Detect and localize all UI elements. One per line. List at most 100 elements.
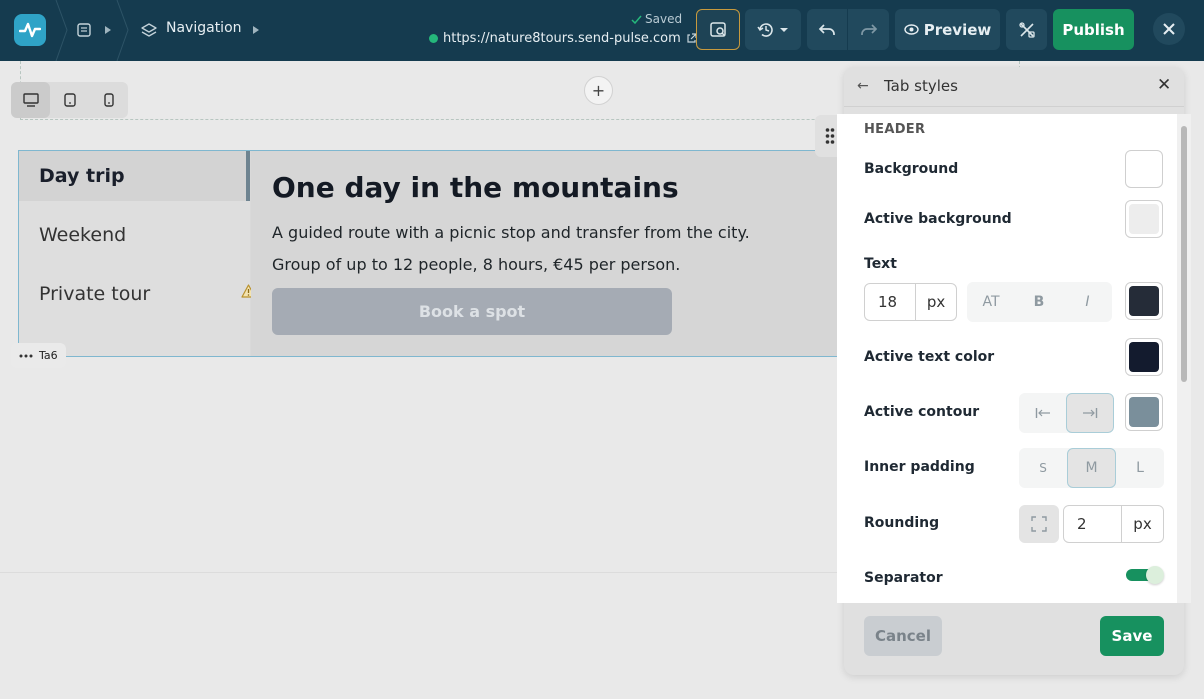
active-background-label: Active background (864, 211, 1012, 227)
desktop-icon (22, 93, 39, 107)
active-background-color-swatch[interactable] (1125, 200, 1163, 238)
background-color-swatch[interactable] (1125, 150, 1163, 188)
save-button[interactable]: Save (1100, 616, 1164, 656)
align-right-bar-icon (1083, 408, 1098, 418)
undo-icon (818, 23, 835, 35)
rounding-corners-toggle[interactable] (1019, 505, 1059, 543)
preview-button[interactable]: Preview (895, 9, 1000, 50)
inner-padding-group: S M L (1019, 448, 1164, 488)
tools-icon (1018, 21, 1035, 38)
cancel-button[interactable]: Cancel (864, 616, 942, 656)
tab-weekend[interactable]: Weekend (19, 210, 250, 260)
redo-button[interactable] (848, 9, 889, 50)
close-icon[interactable]: ✕ (1157, 75, 1171, 95)
tablet-icon (63, 93, 76, 107)
site-url-text[interactable]: https://nature8tours.send-pulse.com (443, 31, 681, 46)
bold-button[interactable]: B (1015, 282, 1063, 322)
site-url[interactable]: https://nature8tours.send-pulse.com (429, 31, 697, 46)
history-button[interactable] (745, 9, 801, 50)
text-size-unit: px (915, 284, 956, 320)
book-button[interactable]: Book a spot (272, 288, 672, 335)
saved-label: Saved (645, 12, 683, 26)
content-text-line: Group of up to 12 people, 8 hours, €45 p… (272, 255, 681, 274)
caret-right-icon[interactable] (103, 23, 113, 37)
separator-chevron-icon (55, 0, 68, 61)
rounding-input[interactable]: 2 px (1063, 505, 1164, 543)
mobile-icon (103, 93, 114, 107)
caret-right-icon[interactable] (251, 23, 261, 37)
rounding-unit: px (1121, 506, 1163, 542)
back-arrow-icon[interactable]: ← (857, 78, 869, 94)
inner-padding-label: Inner padding (864, 459, 975, 475)
panel-header: ← Tab styles ✕ (844, 67, 1184, 107)
tab-private-tour[interactable]: Private tour (19, 269, 250, 319)
align-left-bar-icon (1035, 408, 1050, 418)
separator-toggle[interactable] (1126, 565, 1164, 585)
tab-list: Day trip Weekend Private tour (19, 151, 250, 356)
content-title: One day in the mountains (272, 171, 679, 204)
element-tag[interactable]: Ta6 (11, 343, 66, 368)
section-divider (0, 572, 844, 573)
breadcrumb-navigation[interactable]: Navigation (166, 20, 242, 36)
padding-s-button[interactable]: S (1019, 448, 1067, 488)
italic-button[interactable]: I (1063, 282, 1112, 322)
add-block-button[interactable]: + (584, 76, 613, 105)
panel-scrollbar[interactable] (1177, 114, 1191, 603)
chevron-down-icon (780, 27, 788, 32)
publish-button[interactable]: Publish (1053, 9, 1134, 50)
text-color-swatch[interactable] (1125, 282, 1163, 320)
desktop-view-button[interactable] (11, 82, 50, 118)
padding-m-button[interactable]: M (1067, 448, 1116, 488)
panel-body: HEADER Background Active background Text… (837, 114, 1191, 603)
contour-right-button[interactable] (1066, 393, 1114, 433)
top-bar: Navigation Saved https://nature8tours.se… (0, 0, 1204, 61)
undo-redo-group (807, 9, 889, 50)
active-text-color-swatch[interactable] (1125, 338, 1163, 376)
preview-label: Preview (923, 20, 992, 39)
logo-icon[interactable] (14, 14, 46, 46)
close-icon (1163, 23, 1175, 35)
element-tag-label: Ta6 (39, 349, 58, 362)
eye-icon (904, 24, 919, 35)
more-icon (19, 354, 33, 357)
separator-chevron-icon (116, 0, 129, 61)
rounding-value[interactable]: 2 (1064, 515, 1121, 533)
layers-icon (140, 21, 157, 38)
drag-handle-icon (825, 128, 835, 144)
content-text-line: A guided route with a picnic stop and tr… (272, 223, 750, 242)
map-search-icon (710, 21, 726, 37)
undo-button[interactable] (807, 9, 848, 50)
pages-icon[interactable] (76, 22, 92, 38)
redo-icon (860, 23, 877, 35)
active-contour-label: Active contour (864, 404, 980, 420)
panel-title: Tab styles (884, 77, 958, 95)
section-header: HEADER (864, 122, 926, 137)
active-contour-color-swatch[interactable] (1125, 393, 1163, 431)
contour-side-group (1019, 393, 1114, 433)
uppercase-button[interactable]: AT (967, 282, 1015, 322)
active-text-color-label: Active text color (864, 349, 995, 365)
save-status: Saved (631, 12, 682, 26)
text-style-group: AT B I (967, 282, 1112, 322)
tools-button[interactable] (1006, 9, 1047, 50)
contour-left-button[interactable] (1019, 393, 1066, 433)
rounding-label: Rounding (864, 515, 940, 531)
tab-content: One day in the mountains A guided route … (251, 151, 851, 356)
history-icon (757, 22, 773, 37)
separator-label: Separator (864, 570, 943, 586)
background-label: Background (864, 161, 959, 177)
scrollbar-thumb[interactable] (1181, 126, 1187, 382)
tablet-view-button[interactable] (50, 82, 89, 118)
text-size-input[interactable]: 18 px (864, 283, 957, 321)
mobile-view-button[interactable] (89, 82, 128, 118)
close-editor-button[interactable] (1153, 13, 1185, 45)
padding-l-button[interactable]: L (1116, 448, 1164, 488)
tab-day-trip[interactable]: Day trip (19, 151, 250, 201)
text-label: Text (864, 256, 897, 272)
tabs-block[interactable]: Day trip Weekend Private tour One day in… (18, 150, 851, 357)
site-map-button[interactable] (696, 9, 740, 50)
corners-icon (1031, 516, 1047, 532)
device-switcher (11, 82, 128, 118)
online-status-dot (429, 34, 438, 43)
text-size-value[interactable]: 18 (865, 293, 915, 311)
